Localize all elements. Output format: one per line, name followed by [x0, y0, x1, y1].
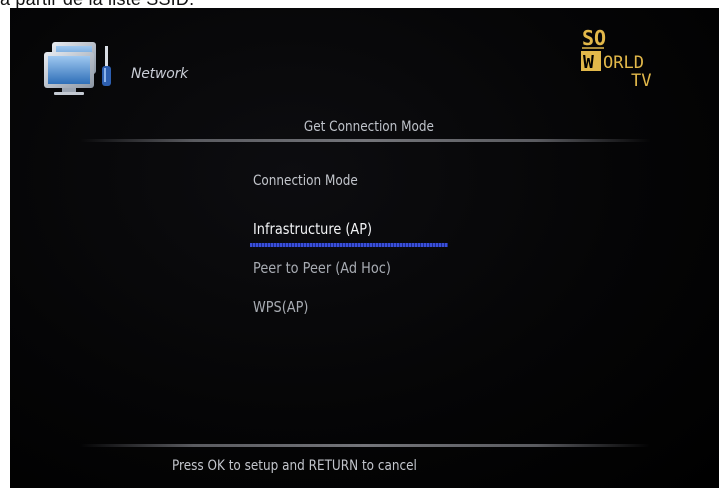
logo-line2: ORLD — [603, 53, 644, 73]
connection-mode-label: Connection Mode — [253, 173, 358, 189]
page: a partir de la liste SSID. — [0, 0, 728, 488]
selection-highlight-bar — [250, 243, 448, 247]
network-computers-icon — [44, 42, 111, 95]
logo-letter-w: W — [583, 52, 594, 73]
channel-logo: SO W ORLD TV — [581, 26, 651, 91]
tv-screen: Network SO W ORLD TV Get Connection Mode… — [10, 8, 719, 488]
option-peer-to-peer[interactable]: Peer to Peer (Ad Hoc) — [253, 259, 391, 277]
dialog-title: Get Connection Mode — [303, 119, 434, 135]
option-infrastructure-ap[interactable]: Infrastructure (AP) — [253, 220, 372, 238]
divider-top — [80, 139, 650, 142]
option-wps-ap[interactable]: WPS(AP) — [253, 298, 308, 316]
divider-bottom — [80, 444, 650, 447]
footer-hint: Press OK to setup and RETURN to cancel — [172, 458, 417, 474]
logo-line3: TV — [631, 71, 651, 91]
logo-line1: SO — [582, 26, 606, 50]
section-label: Network — [131, 66, 189, 82]
